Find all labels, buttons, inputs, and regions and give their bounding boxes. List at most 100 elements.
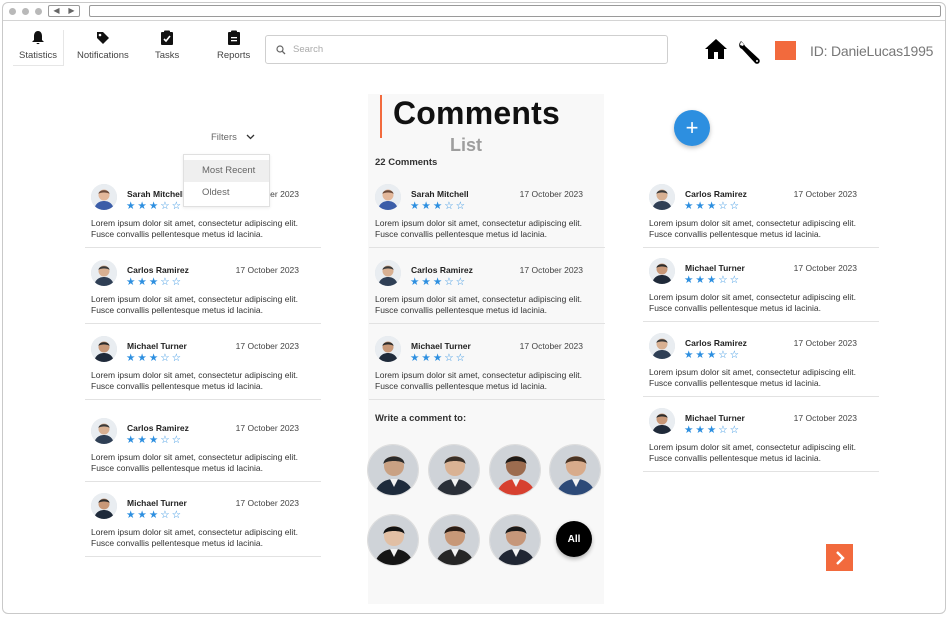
forward-icon[interactable]: ▶ (68, 7, 74, 15)
avatar (375, 336, 401, 362)
chevron-down-icon (246, 134, 254, 140)
plus-icon: + (685, 115, 699, 140)
toolbar-label: Statistics (19, 50, 58, 61)
commenter-name: Carlos Ramirez (685, 189, 747, 199)
comment-date: 17 October 2023 (793, 189, 857, 199)
window-dot[interactable] (9, 8, 16, 15)
recipient-avatar[interactable] (367, 444, 419, 496)
search-icon (276, 44, 286, 54)
tag-icon (96, 32, 109, 44)
chevron-right-icon (835, 550, 845, 565)
star-rating: ★★★☆☆ (410, 352, 468, 364)
window-dot[interactable] (22, 8, 29, 15)
nav-buttons: ◀ ▶ (48, 5, 80, 17)
avatar (649, 408, 675, 434)
recipient-avatar[interactable] (489, 514, 541, 566)
avatar (375, 184, 401, 210)
color-swatch[interactable] (775, 41, 796, 60)
star-rating: ★★★☆☆ (410, 200, 468, 212)
star-rating: ★★★☆☆ (126, 434, 184, 446)
recipient-avatar[interactable] (428, 444, 480, 496)
comment-text: Lorem ipsum dolor sit amet, consectetur … (375, 370, 582, 391)
commenter-name: Sarah Mitchell (127, 189, 185, 199)
commenter-name: Michael Turner (685, 263, 745, 273)
comment-text: Lorem ipsum dolor sit amet, consectetur … (649, 218, 856, 239)
search-input[interactable]: Search (265, 35, 668, 64)
recipient-avatar[interactable] (489, 444, 541, 496)
comment-card[interactable]: Michael Turner 17 October 2023 ★★★☆☆ Lorem … (643, 246, 879, 322)
commenter-name: Carlos Ramirez (127, 423, 189, 433)
star-rating: ★★★☆☆ (126, 276, 184, 288)
comment-card[interactable]: Michael Turner 17 October 2023 ★★★☆☆ Lorem … (369, 324, 605, 400)
comment-text: Lorem ipsum dolor sit amet, consectetur … (91, 294, 298, 315)
comment-date: 17 October 2023 (519, 189, 583, 199)
toolbar-notifications[interactable]: Notifications (77, 30, 129, 61)
avatar (649, 184, 675, 210)
next-page-button[interactable] (826, 544, 853, 571)
filters-label: Filters (211, 132, 237, 143)
back-icon[interactable]: ◀ (53, 7, 59, 15)
comment-date: 17 October 2023 (519, 341, 583, 351)
search-placeholder: Search (293, 44, 324, 55)
commenter-name: Carlos Ramirez (411, 265, 473, 275)
wrench-icon[interactable] (736, 38, 764, 66)
comment-card[interactable]: Michael Turner 17 October 2023 ★★★☆☆ Lorem … (85, 324, 321, 400)
user-id: ID: DanieLucas1995 (810, 43, 934, 59)
star-rating: ★★★☆☆ (684, 274, 742, 286)
comment-text: Lorem ipsum dolor sit amet, consectetur … (375, 294, 582, 315)
bell-icon (32, 31, 44, 45)
recipient-avatar[interactable] (428, 514, 480, 566)
star-rating: ★★★☆☆ (684, 424, 742, 436)
avatar (91, 493, 117, 519)
add-comment-button[interactable]: + (674, 110, 710, 146)
comment-card[interactable]: Carlos Ramirez 17 October 2023 ★★★☆☆ Lorem … (85, 406, 321, 482)
comment-count: 22 Comments (375, 157, 438, 168)
commenter-name: Michael Turner (127, 341, 187, 351)
comment-card[interactable]: Carlos Ramirez 17 October 2023 ★★★☆☆ Lorem … (643, 321, 879, 397)
commenter-name: Michael Turner (411, 341, 471, 351)
clipboard-list-icon (227, 30, 240, 45)
comment-text: Lorem ipsum dolor sit amet, consectetur … (91, 218, 298, 239)
comment-text: Lorem ipsum dolor sit amet, consectetur … (91, 370, 298, 391)
avatar (91, 418, 117, 444)
page-title: Comments (393, 95, 560, 131)
comment-text: Lorem ipsum dolor sit amet, consectetur … (91, 527, 298, 548)
toolbar-statistics[interactable]: Statistics (13, 30, 65, 66)
filters-toggle[interactable]: Filters (211, 132, 255, 143)
url-bar[interactable] (89, 5, 941, 17)
comment-text: Lorem ipsum dolor sit amet, consectetur … (649, 442, 856, 463)
recipient-avatar[interactable] (549, 444, 601, 496)
comment-date: 17 October 2023 (235, 423, 299, 433)
clipboard-check-icon (161, 30, 174, 45)
comment-card[interactable]: Carlos Ramirez 17 October 2023 ★★★☆☆ Lorem … (369, 248, 605, 324)
filter-option-most-recent[interactable]: Most Recent (184, 160, 269, 182)
comment-text: Lorem ipsum dolor sit amet, consectetur … (375, 218, 582, 239)
comment-card[interactable]: Michael Turner 17 October 2023 ★★★☆☆ Lorem … (643, 396, 879, 472)
comment-card[interactable]: Carlos Ramirez 17 October 2023 ★★★☆☆ Lorem … (643, 172, 879, 248)
comment-card[interactable]: Sarah Mitchell 17 October 2023 ★★★☆☆ Lorem … (369, 172, 605, 248)
avatar (375, 260, 401, 286)
commenter-name: Michael Turner (127, 498, 187, 508)
comment-date: 17 October 2023 (235, 498, 299, 508)
commenter-name: Carlos Ramirez (685, 338, 747, 348)
recipient-avatar[interactable] (367, 514, 419, 566)
filter-option-oldest[interactable]: Oldest (184, 182, 269, 204)
home-icon[interactable] (704, 38, 728, 60)
comment-card[interactable]: Carlos Ramirez 17 October 2023 ★★★☆☆ Lorem … (85, 248, 321, 324)
avatar (649, 333, 675, 359)
toolbar-tasks[interactable]: Tasks (155, 30, 179, 61)
avatar (649, 258, 675, 284)
comment-date: 17 October 2023 (235, 265, 299, 275)
toolbar-reports[interactable]: Reports (217, 30, 250, 61)
write-comment-label: Write a comment to: (375, 413, 467, 424)
comment-text: Lorem ipsum dolor sit amet, consectetur … (91, 452, 298, 473)
commenter-name: Michael Turner (685, 413, 745, 423)
comment-text: Lorem ipsum dolor sit amet, consectetur … (649, 292, 856, 313)
browser-chrome: ◀ ▶ (3, 3, 945, 21)
toolbar-label: Notifications (77, 50, 129, 61)
star-rating: ★★★☆☆ (126, 200, 184, 212)
star-rating: ★★★☆☆ (126, 352, 184, 364)
all-recipients-button[interactable]: All (556, 521, 592, 557)
window-dot[interactable] (35, 8, 42, 15)
comment-card[interactable]: Michael Turner 17 October 2023 ★★★☆☆ Lorem … (85, 481, 321, 557)
